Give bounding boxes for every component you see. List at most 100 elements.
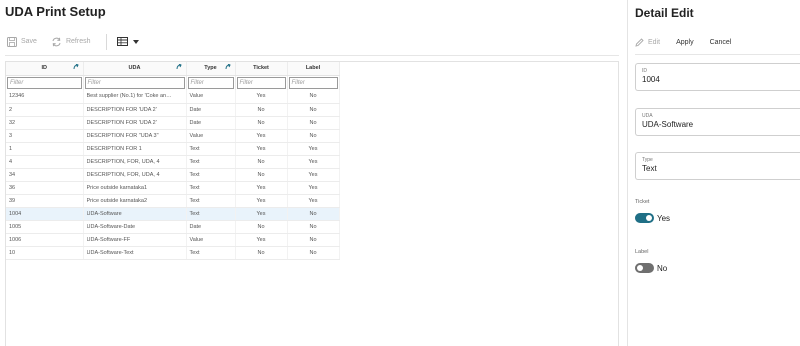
cell-ticket: Yes xyxy=(235,90,288,104)
cell-ticket: Yes xyxy=(235,181,288,195)
table-row[interactable]: 2 DESCRIPTION FOR 'UDA 2' Date No No xyxy=(6,103,340,117)
cell-label: Yes xyxy=(287,194,340,208)
table-row[interactable]: 3 DESCRIPTION FOR "UDA 3" Value Yes No xyxy=(6,129,340,143)
column-header-label[interactable]: Label xyxy=(287,62,340,76)
column-header-id[interactable]: ID xyxy=(6,62,84,76)
cell-type: Text xyxy=(186,142,236,156)
cell-label: No xyxy=(287,246,340,260)
cell-type: Value xyxy=(186,233,236,247)
type-field[interactable]: Type Text xyxy=(635,152,800,180)
cancel-button[interactable]: Cancel xyxy=(710,39,732,46)
cell-ticket: No xyxy=(235,246,288,260)
cell-uda-text: UDA-Software xyxy=(86,210,122,217)
cell-uda: Price outside karnataka2 xyxy=(83,194,187,208)
cell-ticket: No xyxy=(235,116,288,130)
cell-id: 2 xyxy=(6,103,84,117)
table-row[interactable]: 1004 UDA-Software Text Yes No xyxy=(6,207,340,221)
type-field-value: Text xyxy=(642,164,657,173)
cell-uda-text: DESCRIPTION, FOR, UDA, 4 xyxy=(86,171,160,178)
cell-label: No xyxy=(287,207,340,221)
table-row[interactable]: 4 DESCRIPTION, FOR, UDA, 4 Text No Yes xyxy=(6,155,340,169)
detail-toolbar: Edit Apply Cancel xyxy=(635,30,800,55)
apply-button[interactable]: Apply xyxy=(676,39,694,46)
table-row[interactable]: 12346 Best supplier (No.1) for 'Coke an… V… xyxy=(6,90,340,104)
uda-field[interactable]: UDA UDA-Software xyxy=(635,108,800,136)
label-toggle[interactable] xyxy=(635,263,654,273)
cell-label: No xyxy=(287,116,340,130)
cell-type: Value xyxy=(186,90,236,104)
cell-ticket: No xyxy=(235,220,288,234)
filter-input-uda[interactable]: Filter xyxy=(84,76,185,89)
cell-ticket: Yes xyxy=(235,129,288,143)
cell-label: No xyxy=(287,90,340,104)
id-field[interactable]: ID 1004 xyxy=(635,63,800,91)
cell-label: No xyxy=(287,220,340,234)
cell-id: 1006 xyxy=(6,233,84,247)
app-root: UDA Print Setup Save Refresh ID UDA Type… xyxy=(0,0,800,346)
save-button[interactable]: Save xyxy=(5,32,39,52)
table-header-row: ID UDA Type Ticket Label xyxy=(6,62,340,76)
cell-type: Text xyxy=(186,207,236,221)
column-header-ticket[interactable]: Ticket xyxy=(235,62,288,76)
cell-ticket: Yes xyxy=(235,233,288,247)
cell-id: 1 xyxy=(6,142,84,156)
cell-type: Date xyxy=(186,116,236,130)
column-header-type[interactable]: Type xyxy=(186,62,236,76)
uda-grid: ID UDA Type Ticket Label Filter Filter F… xyxy=(5,61,619,346)
toolbar-divider xyxy=(106,33,108,50)
cell-type: Date xyxy=(186,103,236,117)
cell-label: No xyxy=(287,233,340,247)
cell-uda: Price outside karnataka1 xyxy=(83,181,187,195)
cell-id: 1005 xyxy=(6,220,84,234)
cell-uda: DESCRIPTION, FOR, UDA, 4 xyxy=(83,155,187,169)
cell-uda-text: DESCRIPTION FOR 'UDA 2' xyxy=(86,119,157,126)
type-field-label: Type xyxy=(642,157,653,163)
table-row[interactable]: 10 UDA-Software-Text Text No No xyxy=(6,246,340,260)
column-header-uda[interactable]: UDA xyxy=(83,62,187,76)
filter-input-id[interactable]: Filter xyxy=(7,76,82,89)
label-toggle-value: No xyxy=(657,263,668,273)
cell-ticket: Yes xyxy=(235,194,288,208)
sort-icon xyxy=(176,64,182,70)
cell-id: 10 xyxy=(6,246,84,260)
cell-id: 3 xyxy=(6,129,84,143)
grid-view-icon xyxy=(117,37,129,46)
table-row[interactable]: 1 DESCRIPTION FOR 1 Text Yes Yes xyxy=(6,142,340,156)
cell-type: Text xyxy=(186,194,236,208)
table-row[interactable]: 1006 UDA-Software-FF Value Yes No xyxy=(6,233,340,247)
cell-uda: Best supplier (No.1) for 'Coke an… xyxy=(83,90,187,104)
cell-uda-text: DESCRIPTION FOR 1 xyxy=(86,145,142,152)
table-row[interactable]: 1005 UDA-Software-Date Date No No xyxy=(6,220,340,234)
cell-label: Yes xyxy=(287,181,340,195)
table-row[interactable]: 32 DESCRIPTION FOR 'UDA 2' Date No No xyxy=(6,116,340,130)
grid-toolbar: Save Refresh xyxy=(5,28,619,56)
cell-uda-text: DESCRIPTION FOR 'UDA 2' xyxy=(86,106,157,113)
cell-uda-text: UDA-Software-Text xyxy=(86,249,134,256)
uda-field-value: UDA-Software xyxy=(642,120,694,129)
filter-input-ticket[interactable]: Filter xyxy=(236,76,286,89)
filter-input-label[interactable]: Filter xyxy=(288,76,338,89)
table-row[interactable]: 34 DESCRIPTION, FOR, UDA, 4 Text No Yes xyxy=(6,168,340,182)
view-menu-button[interactable] xyxy=(115,32,141,52)
uda-table: ID UDA Type Ticket Label Filter Filter F… xyxy=(6,62,340,260)
id-field-label: ID xyxy=(642,68,647,74)
cell-label: No xyxy=(287,103,340,117)
cell-uda: DESCRIPTION FOR 'UDA 2' xyxy=(83,116,187,130)
table-row[interactable]: 39 Price outside karnataka2 Text Yes Yes xyxy=(6,194,340,208)
cell-type: Date xyxy=(186,220,236,234)
ticket-toggle-value: Yes xyxy=(657,213,671,223)
refresh-button[interactable]: Refresh xyxy=(49,32,93,52)
cell-type: Text xyxy=(186,246,236,260)
detail-edit-panel: Detail Edit Edit Apply Cancel ID 1004 UD… xyxy=(628,0,800,346)
label-label: Label xyxy=(635,249,649,255)
ticket-label: Ticket xyxy=(635,199,650,205)
table-row[interactable]: 36 Price outside karnataka1 Text Yes Yes xyxy=(6,181,340,195)
chevron-down-icon xyxy=(133,39,140,44)
edit-button[interactable]: Edit xyxy=(635,37,660,47)
cell-type: Text xyxy=(186,181,236,195)
id-field-value: 1004 xyxy=(642,75,660,84)
cell-label: No xyxy=(287,129,340,143)
filter-input-type[interactable]: Filter xyxy=(187,76,234,89)
ticket-toggle[interactable] xyxy=(635,213,654,223)
cell-id: 34 xyxy=(6,168,84,182)
